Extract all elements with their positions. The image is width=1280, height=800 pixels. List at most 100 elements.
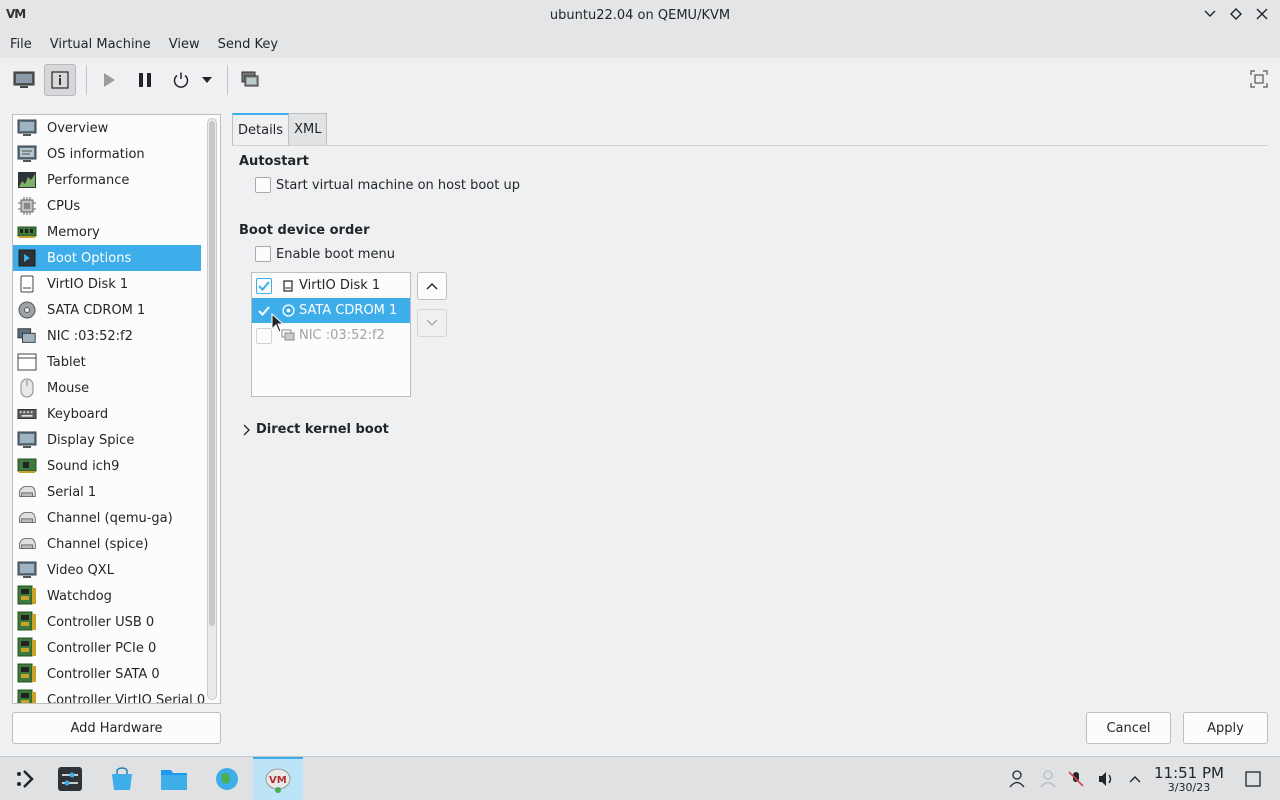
user-icon[interactable] [1007, 769, 1027, 789]
move-up-button[interactable] [417, 272, 447, 300]
sidebar-item-controller-pcie-0[interactable]: Controller PCIe 0 [13, 635, 201, 661]
sidebar-item-tablet[interactable]: Tablet [13, 349, 201, 375]
sidebar-item-label: Controller VirtIO Serial 0 [47, 692, 206, 704]
shutdown-button[interactable] [165, 64, 197, 96]
details-view-button[interactable] [44, 64, 76, 96]
menu-file[interactable]: File [4, 37, 38, 52]
sidebar-item-watchdog[interactable]: Watchdog [13, 583, 201, 609]
sidebar-item-label: Channel (spice) [47, 536, 149, 552]
sidebar-item-memory[interactable]: Memory [13, 219, 201, 245]
shutdown-menu-button[interactable] [197, 64, 217, 96]
boot-device-checkbox[interactable] [256, 277, 272, 294]
fullscreen-button[interactable] [1250, 70, 1268, 92]
boot-options-icon [17, 249, 37, 267]
show-desktop-icon[interactable] [1243, 769, 1263, 789]
discover-taskbar-button[interactable] [97, 757, 147, 800]
sidebar-item-performance[interactable]: Performance [13, 167, 201, 193]
launcher-icon [17, 770, 34, 788]
tray-expand-icon[interactable] [1125, 769, 1145, 789]
memory-icon [17, 223, 37, 241]
apply-button[interactable]: Apply [1183, 712, 1268, 744]
sidebar-item-channel-spice[interactable]: Channel (spice) [13, 531, 201, 557]
taskbar: VM 11:51 PM 3/30/23 [0, 756, 1280, 800]
sidebar-item-virtio-disk-1[interactable]: VirtIO Disk 1 [13, 271, 201, 297]
sidebar-item-label: Controller USB 0 [47, 614, 155, 630]
keyboard-icon [17, 405, 37, 423]
console-view-button[interactable] [8, 64, 40, 96]
virt-manager-taskbar-button[interactable]: VM [253, 757, 303, 800]
sidebar-scrollbar[interactable] [207, 118, 217, 700]
sidebar-item-label: VirtIO Disk 1 [47, 276, 129, 292]
play-icon [104, 73, 115, 87]
sidebar-item-cpus[interactable]: CPUs [13, 193, 201, 219]
menu-virtual-machine[interactable]: Virtual Machine [44, 37, 157, 52]
cpu-chip-icon [17, 197, 37, 215]
sidebar-item-display-spice[interactable]: Display Spice [13, 427, 201, 453]
boot-device-checkbox[interactable] [256, 327, 272, 344]
pause-button[interactable] [129, 64, 161, 96]
settings-icon [58, 767, 82, 791]
boot-device-checkbox[interactable] [256, 303, 272, 319]
sidebar-item-label: Sound ich9 [47, 458, 120, 474]
sidebar-item-sata-cdrom-1[interactable]: SATA CDROM 1 [13, 297, 201, 323]
power-icon [173, 72, 189, 88]
sidebar-item-mouse[interactable]: Mouse [13, 375, 201, 401]
file-manager-taskbar-button[interactable] [149, 757, 199, 800]
direct-kernel-boot-label: Direct kernel boot [256, 422, 389, 437]
cdrom-icon [17, 301, 37, 319]
cancel-button[interactable]: Cancel [1086, 712, 1171, 744]
pci-card-icon [17, 611, 37, 631]
direct-kernel-boot-expander[interactable]: Direct kernel boot [242, 422, 389, 437]
microphone-muted-icon[interactable] [1066, 769, 1086, 789]
minimize-icon[interactable] [1202, 5, 1218, 23]
tab-xml[interactable]: XML [289, 113, 328, 145]
enable-boot-menu-checkbox[interactable] [255, 246, 271, 262]
autostart-checkbox[interactable] [255, 177, 271, 193]
volume-icon[interactable] [1096, 769, 1116, 789]
sidebar-item-label: Serial 1 [47, 484, 97, 500]
system-settings-taskbar-button[interactable] [45, 757, 95, 800]
pause-icon [139, 73, 151, 87]
sidebar-item-sound-ich9[interactable]: Sound ich9 [13, 453, 201, 479]
sidebar-item-label: NIC :03:52:f2 [47, 328, 133, 344]
move-down-button[interactable] [417, 309, 447, 337]
close-icon[interactable] [1254, 5, 1270, 23]
sidebar-item-label: Boot Options [47, 250, 132, 266]
pci-card-icon [17, 585, 37, 605]
sidebar-item-controller-usb-0[interactable]: Controller USB 0 [13, 609, 201, 635]
sound-card-icon [17, 457, 37, 475]
clock[interactable]: 11:51 PM 3/30/23 [1150, 765, 1228, 795]
menu-send-key[interactable]: Send Key [212, 37, 284, 52]
sidebar-item-os-information[interactable]: OS information [13, 141, 201, 167]
tab-details[interactable]: Details [232, 113, 290, 145]
clock-date: 3/30/23 [1167, 781, 1211, 794]
menu-view[interactable]: View [163, 37, 206, 52]
application-launcher-button[interactable] [0, 757, 50, 800]
fullscreen-icon [1250, 70, 1268, 88]
snapshots-button[interactable] [234, 64, 266, 96]
sidebar-item-channel-qemu-ga[interactable]: Channel (qemu-ga) [13, 505, 201, 531]
sidebar-item-nic-03-52-f2[interactable]: NIC :03:52:f2 [13, 323, 201, 349]
sidebar-item-overview[interactable]: Overview [13, 115, 201, 141]
sidebar-item-boot-options[interactable]: Boot Options [13, 245, 201, 271]
window-title: ubuntu22.04 on QEMU/KVM [549, 7, 731, 23]
autostart-row[interactable]: Start virtual machine on host boot up [255, 177, 520, 193]
enable-boot-menu-row[interactable]: Enable boot menu [255, 246, 395, 262]
serial-icon [17, 483, 37, 501]
browser-taskbar-button[interactable] [202, 757, 252, 800]
sidebar-item-serial-1[interactable]: Serial 1 [13, 479, 201, 505]
sidebar-item-controller-sata-0[interactable]: Controller SATA 0 [13, 661, 201, 687]
sidebar-scrollbar-thumb[interactable] [209, 121, 215, 626]
sidebar-item-keyboard[interactable]: Keyboard [13, 401, 201, 427]
sidebar-item-controller-virtio-serial-0[interactable]: Controller VirtIO Serial 0 [13, 687, 205, 703]
network-status-icon[interactable] [1038, 769, 1058, 789]
sidebar-item-label: SATA CDROM 1 [47, 302, 146, 318]
maximize-icon[interactable] [1228, 5, 1244, 23]
sidebar-item-video-qxl[interactable]: Video QXL [13, 557, 201, 583]
boot-device-item[interactable]: VirtIO Disk 1 [252, 273, 410, 298]
pci-card-icon [17, 663, 37, 683]
info-icon [51, 71, 69, 89]
network-icon [17, 327, 37, 345]
run-button[interactable] [93, 64, 125, 96]
add-hardware-button[interactable]: Add Hardware [12, 712, 221, 744]
